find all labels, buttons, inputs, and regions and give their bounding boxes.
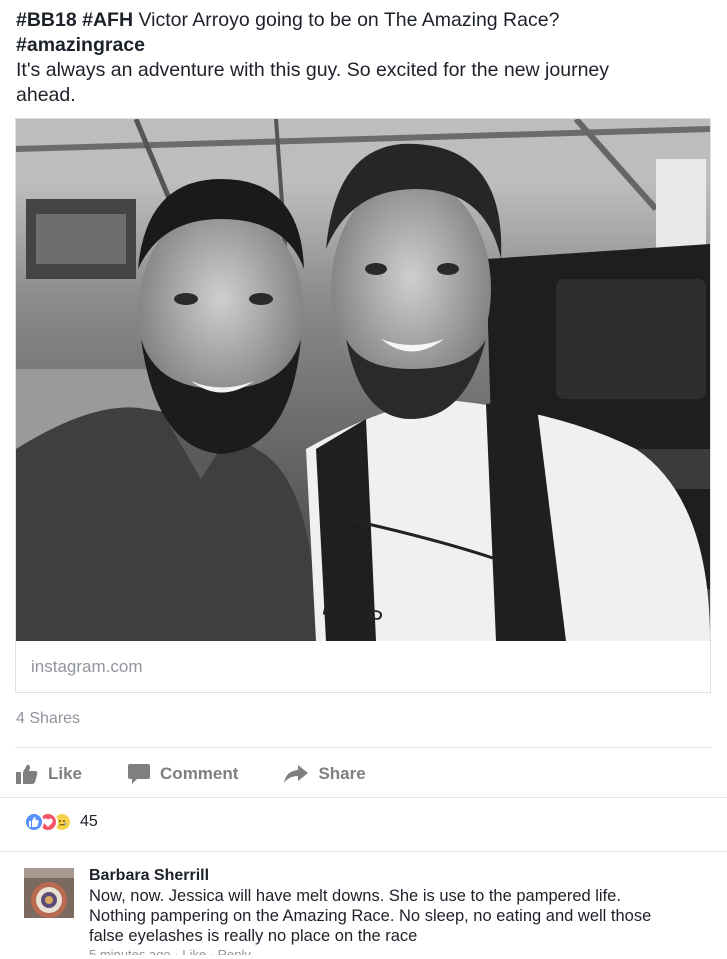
post-photo[interactable]: PEOP (16, 119, 710, 641)
comment-label: Comment (160, 764, 239, 783)
hashtag-bb18[interactable]: #BB18 (16, 9, 77, 31)
comment-body: Barbara Sherrill Now, now. Jessica will … (89, 866, 709, 955)
comment-icon (128, 764, 151, 784)
photo-illustration: PEOP (16, 119, 710, 641)
comment-author-name[interactable]: Barbara Sherrill (89, 866, 709, 886)
divider (0, 851, 727, 852)
comment-text-line3: false eyelashes is really no place on th… (89, 927, 418, 945)
reaction-count: 45 (80, 813, 98, 830)
share-label: Share (318, 764, 366, 783)
thumbs-up-icon (16, 764, 38, 784)
link-preview-card[interactable]: PEOP instagram.com (15, 118, 711, 693)
post-text-line3: It's always an adventure with this guy. … (16, 59, 610, 81)
share-arrow-icon (284, 765, 309, 783)
post-text-line1: Victor Arroyo going to be on The Amazing… (138, 9, 560, 31)
post-actions-bar: Like Comment Share (16, 760, 412, 788)
hashtag-afh[interactable]: #AFH (82, 9, 133, 31)
comment-text-line1: Now, now. Jessica will have melt downs. … (89, 887, 621, 905)
hashtag-amazingrace[interactable]: #amazingrace (16, 34, 145, 56)
shares-count[interactable]: 4 Shares (16, 710, 80, 728)
comment-meta: 5 minutes ago · Like · Reply (89, 948, 709, 955)
divider (15, 747, 712, 748)
like-button[interactable]: Like (16, 764, 82, 784)
reactions-summary[interactable]: 45 (24, 812, 98, 832)
like-label: Like (48, 764, 83, 783)
post-text-line4: ahead. (16, 84, 76, 106)
link-source-domain[interactable]: instagram.com (31, 657, 142, 677)
comment-button[interactable]: Comment (128, 764, 238, 784)
comment-text-line2: Nothing pampering on the Amazing Race. N… (89, 907, 652, 925)
divider (0, 797, 727, 798)
share-button[interactable]: Share (284, 764, 366, 784)
like-reaction-icon (24, 812, 44, 832)
post-text: #BB18 #AFH Victor Arroyo going to be on … (16, 8, 716, 108)
avatar-image (24, 868, 74, 918)
facebook-post-page: #BB18 #AFH Victor Arroyo going to be on … (0, 0, 727, 959)
avatar[interactable] (24, 868, 74, 918)
